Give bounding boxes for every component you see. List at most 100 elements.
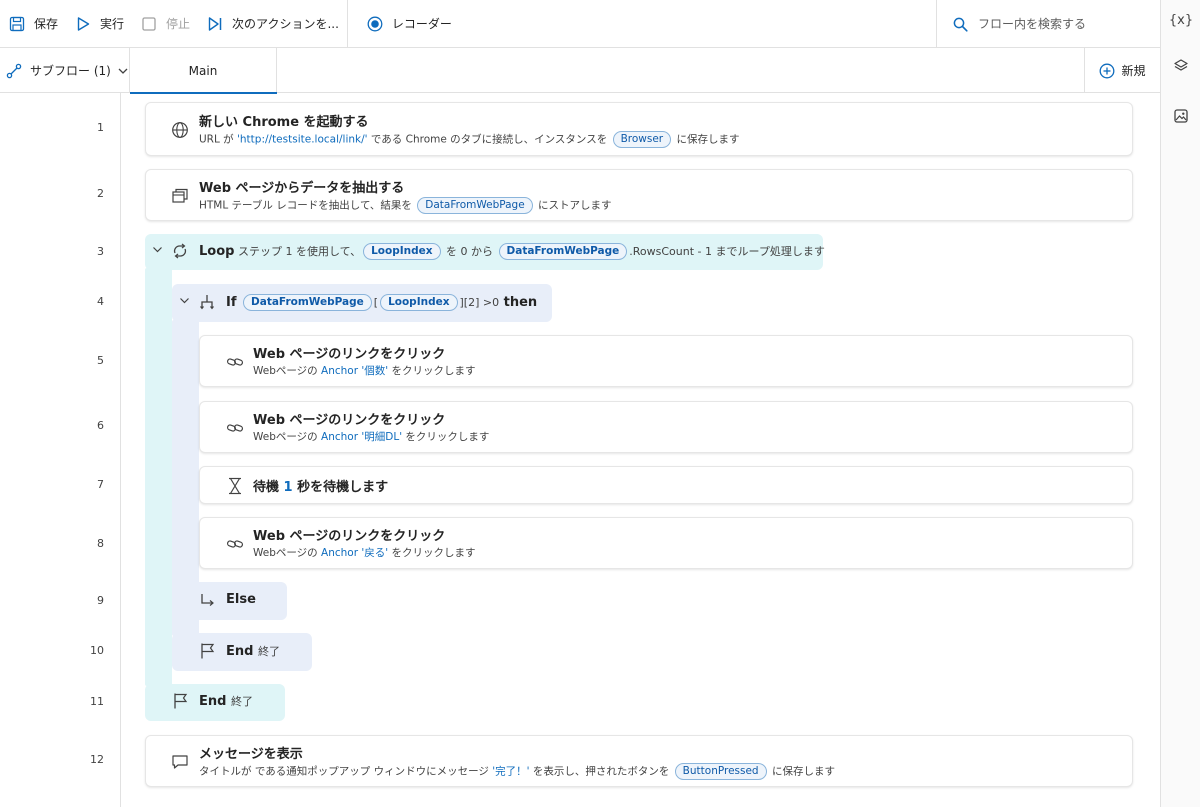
action-description: Webページの Anchor '明細DL' をクリックします xyxy=(253,431,490,443)
new-subflow-button[interactable]: 新規 xyxy=(1084,48,1160,93)
action-wait[interactable]: 待機 1 秒を待機します xyxy=(199,466,1133,504)
variable-chip[interactable]: LoopIndex xyxy=(363,243,441,260)
loop-icon xyxy=(171,242,189,260)
save-label: 保存 xyxy=(34,17,59,31)
variables-icon: {x} xyxy=(1168,12,1194,28)
subflow-label: サブフロー (1) xyxy=(30,64,111,78)
line-number: 6 xyxy=(97,419,104,432)
variable-chip[interactable]: DataFromWebPage xyxy=(498,243,628,260)
variables-button[interactable]: {x} xyxy=(1161,2,1200,38)
variable-chip[interactable]: ButtonPressed xyxy=(674,763,767,780)
stop-button[interactable]: 停止 xyxy=(132,0,198,48)
tab-main[interactable]: Main xyxy=(130,48,277,94)
recorder-button[interactable]: レコーダー xyxy=(348,0,460,48)
flag-icon xyxy=(198,642,216,660)
save-button[interactable]: 保存 xyxy=(0,0,66,48)
ui-elements-button[interactable] xyxy=(1161,48,1200,84)
subflow-dropdown[interactable]: サブフロー (1) xyxy=(0,48,130,93)
action-end-if[interactable]: End 終了 xyxy=(172,633,312,671)
next-action-label: 次のアクションを... xyxy=(232,17,339,31)
next-action-button[interactable]: 次のアクションを... xyxy=(198,0,347,48)
line-number: 1 xyxy=(97,121,104,134)
line-number-gutter: 1 2 3 4 5 6 7 8 9 10 11 12 xyxy=(0,93,121,807)
flag-icon xyxy=(171,692,189,710)
action-description: Loop ステップ 1 を使用して、 LoopIndex を 0 から DataF… xyxy=(199,243,825,260)
action-title: メッセージを表示 xyxy=(199,747,303,762)
line-number: 9 xyxy=(97,594,104,607)
record-icon xyxy=(366,15,384,33)
line-number: 7 xyxy=(97,478,104,491)
chevron-down-icon xyxy=(117,65,129,77)
link-icon xyxy=(225,352,245,372)
search-input[interactable] xyxy=(978,17,1138,31)
image-icon xyxy=(1173,108,1189,124)
line-number: 8 xyxy=(97,537,104,550)
line-number: 2 xyxy=(97,187,104,200)
variable-chip[interactable]: DataFromWebPage xyxy=(417,197,533,214)
action-launch-chrome[interactable]: 新しい Chrome を起動する URL が 'http://testsite.… xyxy=(145,102,1133,156)
action-title: Web ページのリンクをクリック xyxy=(253,529,446,544)
globe-icon xyxy=(170,120,190,140)
link-icon xyxy=(225,534,245,554)
window-icon xyxy=(170,186,190,206)
line-number: 11 xyxy=(90,695,104,708)
action-description: Webページの Anchor '戻る' をクリックします xyxy=(253,547,476,559)
action-end-loop[interactable]: End 終了 xyxy=(145,684,285,721)
action-extract-data[interactable]: Web ページからデータを抽出する HTML テーブル レコードを抽出して、結果… xyxy=(145,169,1133,221)
action-display-message[interactable]: メッセージを表示 タイトルが である通知ポップアップ ウィンドウにメッセージ '… xyxy=(145,735,1133,787)
action-if[interactable]: If DataFromWebPage[LoopIndex][2] >0 then xyxy=(172,284,552,322)
run-button[interactable]: 実行 xyxy=(66,0,132,48)
action-title: 新しい Chrome を起動する xyxy=(199,115,369,130)
add-circle-icon xyxy=(1099,63,1115,79)
action-click-link[interactable]: Web ページのリンクをクリック Webページの Anchor '個数' をクリ… xyxy=(199,335,1133,387)
action-title: Web ページのリンクをクリック xyxy=(253,347,446,362)
action-click-link[interactable]: Web ページのリンクをクリック Webページの Anchor '戻る' をクリ… xyxy=(199,517,1133,569)
loop-bracket xyxy=(145,268,172,686)
hourglass-icon xyxy=(225,476,245,496)
else-arrow-icon xyxy=(198,591,216,609)
variable-chip[interactable]: Browser xyxy=(612,131,672,148)
action-title: Web ページからデータを抽出する xyxy=(199,181,405,196)
chevron-down-icon[interactable] xyxy=(179,295,190,309)
action-click-link[interactable]: Web ページのリンクをクリック Webページの Anchor '明細DL' を… xyxy=(199,401,1133,453)
stop-label: 停止 xyxy=(166,17,191,31)
flow-search[interactable] xyxy=(936,0,1160,48)
new-label: 新規 xyxy=(1121,64,1146,78)
action-description: URL が 'http://testsite.local/link/' である … xyxy=(199,131,739,148)
line-number: 4 xyxy=(97,295,104,308)
tab-bar: サブフロー (1) Main 新規 xyxy=(0,48,1160,94)
branch-icon xyxy=(198,293,216,311)
action-title: Else xyxy=(226,592,256,607)
save-icon xyxy=(8,15,26,33)
line-number: 3 xyxy=(97,245,104,258)
variable-chip[interactable]: DataFromWebPage xyxy=(243,294,372,311)
action-loop[interactable]: Loop ステップ 1 を使用して、 LoopIndex を 0 から DataF… xyxy=(145,234,825,270)
action-description: End 終了 xyxy=(199,694,253,709)
action-description: If DataFromWebPage[LoopIndex][2] >0 then xyxy=(226,294,538,311)
step-forward-icon xyxy=(206,15,224,33)
action-description: タイトルが である通知ポップアップ ウィンドウにメッセージ '完了！' を表示し… xyxy=(199,763,835,780)
play-icon xyxy=(74,15,92,33)
link-icon xyxy=(225,418,245,438)
action-description: Webページの Anchor '個数' をクリックします xyxy=(253,365,476,377)
stop-icon xyxy=(140,15,158,33)
message-icon xyxy=(170,752,190,772)
tab-main-label: Main xyxy=(188,63,218,78)
run-label: 実行 xyxy=(100,17,125,31)
subflow-icon xyxy=(6,63,22,79)
recorder-label: レコーダー xyxy=(391,17,452,31)
line-number: 12 xyxy=(90,753,104,766)
action-description: 待機 1 秒を待機します xyxy=(253,480,389,495)
search-icon xyxy=(953,17,968,32)
layers-icon xyxy=(1173,58,1189,74)
action-description: End 終了 xyxy=(226,644,280,659)
images-button[interactable] xyxy=(1161,98,1200,134)
variable-chip[interactable]: LoopIndex xyxy=(380,294,458,311)
action-else[interactable]: Else xyxy=(172,582,287,620)
right-rail: {x} xyxy=(1160,0,1200,807)
line-number: 10 xyxy=(90,644,104,657)
action-description: HTML テーブル レコードを抽出して、結果を DataFromWebPage … xyxy=(199,197,612,214)
chevron-down-icon[interactable] xyxy=(152,244,163,258)
line-number: 5 xyxy=(97,354,104,367)
action-title: Web ページのリンクをクリック xyxy=(253,413,446,428)
